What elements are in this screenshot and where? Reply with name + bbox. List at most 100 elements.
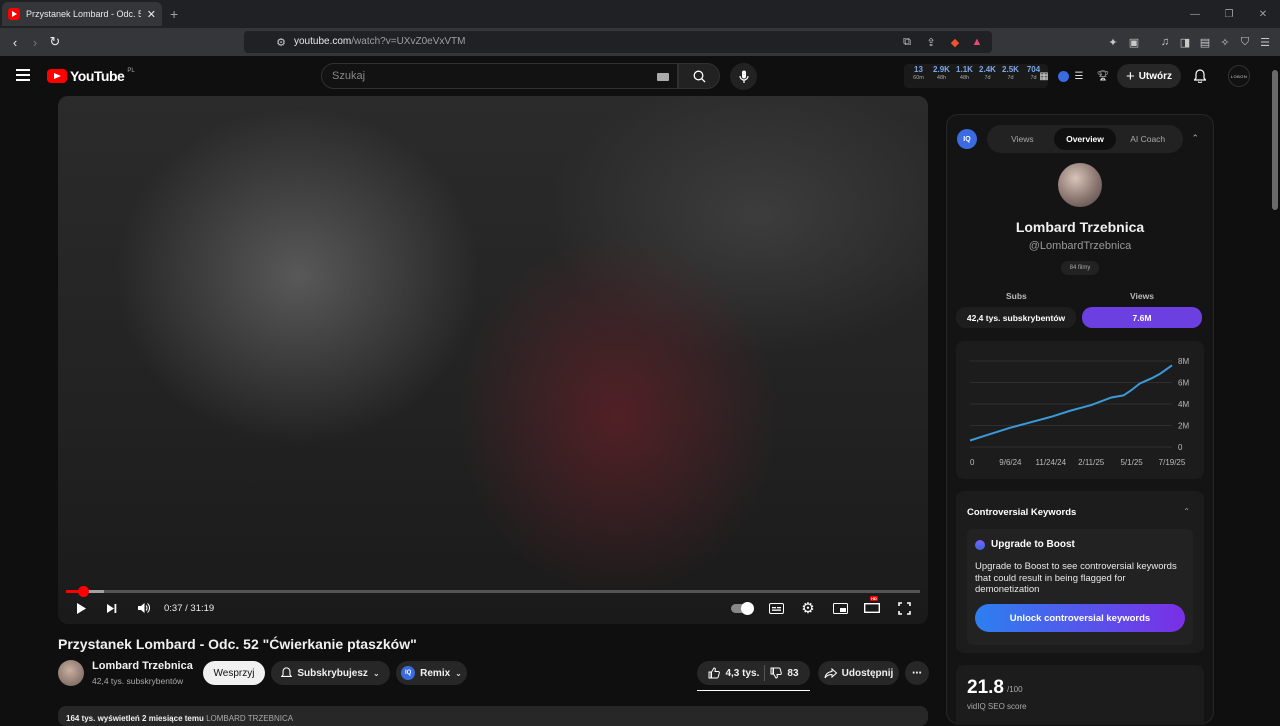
trophy-icon[interactable]: 🏆︎: [1096, 69, 1110, 83]
channel-avatar[interactable]: [58, 660, 84, 686]
subs-value[interactable]: 42,4 tys. subskrybentów: [956, 307, 1076, 328]
vidiq-stat-0[interactable]: 13 60m: [907, 64, 930, 88]
vidiq-stat-3[interactable]: 2.4K 7d: [976, 64, 999, 88]
like-button[interactable]: 4,3 tys.: [708, 667, 759, 679]
scrollbar-thumb[interactable]: [1272, 70, 1278, 210]
create-button[interactable]: + Utwórz: [1117, 64, 1181, 88]
account-avatar[interactable]: LOBON: [1228, 65, 1250, 87]
video-count-badge: 84 filmy: [1061, 261, 1099, 275]
screenshot-icon[interactable]: ▣: [1127, 35, 1141, 49]
subscribed-label: Subskrybujesz: [297, 667, 368, 679]
description-stats: 164 tys. wyświetleń 2 miesiące temu: [66, 714, 204, 723]
vidiq-tab-switcher: Views Overview AI Coach: [987, 125, 1183, 153]
keywords-chevron-up-icon[interactable]: ⌃: [1183, 507, 1190, 516]
support-button[interactable]: Wesprzyj: [203, 661, 265, 685]
play-icon[interactable]: [74, 599, 88, 617]
browser-tabbar: Przystanek Lombard - Odc. 52 "Ćw ✕ + — ❐…: [0, 0, 1280, 28]
keyboard-icon[interactable]: [657, 73, 669, 81]
description-box[interactable]: 164 tys. wyświetleń 2 miesiące temu LOMB…: [58, 706, 928, 726]
menu-hamburger-icon[interactable]: [16, 69, 30, 81]
tab-ai-coach[interactable]: AI Coach: [1116, 128, 1179, 150]
music-icon[interactable]: ♫: [1158, 35, 1172, 49]
stat-label: 48h: [959, 75, 970, 81]
forward-icon[interactable]: ›: [27, 34, 43, 50]
create-label: Utwórz: [1138, 70, 1173, 82]
brave-rewards-icon[interactable]: ▲: [970, 35, 984, 49]
vpn-shield-icon[interactable]: ⛉: [1238, 35, 1252, 49]
brave-shield-icon[interactable]: ◆: [948, 35, 962, 49]
vidiq-channel-name: Lombard Trzebnica: [1015, 219, 1145, 235]
address-bar[interactable]: ⚙ youtube.com/watch?v=UXvZ0eVxVTM ⧉ ⇪ ◆ …: [244, 31, 992, 53]
notifications-bell-icon[interactable]: [1193, 69, 1207, 83]
channel-name[interactable]: Lombard Trzebnica: [92, 660, 193, 672]
vidiq-stat-2[interactable]: 1.1K 48h: [953, 64, 976, 88]
voice-search-button[interactable]: [730, 63, 757, 90]
progress-bar[interactable]: [66, 586, 920, 597]
youtube-logo[interactable]: YouTube PL: [47, 68, 135, 84]
sidebar-icon[interactable]: ◨: [1178, 35, 1192, 49]
stat-label: 7d: [1007, 75, 1014, 81]
restore-icon[interactable]: ❐: [1212, 9, 1246, 20]
boost-upsell-box: Upgrade to Boost Upgrade to Boost to see…: [967, 529, 1193, 645]
fullscreen-icon[interactable]: [896, 599, 912, 617]
vidiq-stat-1[interactable]: 2.9K 48h: [930, 64, 953, 88]
settings-gear-icon[interactable]: ⚙: [800, 599, 816, 617]
tab-views[interactable]: Views: [991, 128, 1054, 150]
remix-button[interactable]: IQ Remix ⌄: [396, 661, 467, 685]
share-icon: [824, 667, 837, 678]
chevron-down-icon: ⌄: [372, 668, 380, 678]
tab-overview[interactable]: Overview: [1053, 128, 1117, 150]
vidiq-list-icon[interactable]: ☰: [1072, 69, 1086, 83]
miniplayer-icon[interactable]: [832, 599, 848, 617]
tab-title: Przystanek Lombard - Odc. 52 "Ćw: [26, 9, 141, 19]
chart-y-tick: 4M: [1178, 400, 1189, 409]
vidiq-logo-icon[interactable]: IQ: [957, 129, 977, 149]
vidiq-stats-bar[interactable]: 13 60m 2.9K 48h 1.1K 48h 2.4K 7d 2.5K 7d 704 7d: [904, 64, 1048, 88]
vidiq-channel-avatar: [1058, 163, 1102, 207]
extension-puzzle-icon[interactable]: ✦: [1106, 35, 1120, 49]
views-growth-chart: 0 2M 4M 6M 8M 0 9/6/24 11/24/24 2/11/25 5/1/25 7/1…: [969, 357, 1189, 467]
video-player[interactable]: 0:37 / 31:19 ⚙ HD: [58, 96, 928, 624]
more-actions-button[interactable]: ⋯: [905, 661, 929, 685]
volume-icon[interactable]: [136, 599, 150, 617]
reload-icon[interactable]: ↻: [47, 34, 63, 50]
subtitles-icon[interactable]: [768, 599, 784, 617]
stat-value: 2.4K: [979, 65, 996, 74]
site-settings-icon[interactable]: ⚙: [274, 35, 288, 49]
browser-menu-icon[interactable]: ☰: [1258, 35, 1272, 49]
back-icon[interactable]: ‹: [7, 34, 23, 50]
next-video-icon[interactable]: [104, 599, 118, 617]
vidiq-stat-4[interactable]: 2.5K 7d: [999, 64, 1022, 88]
open-in-app-icon[interactable]: ⧉: [900, 35, 914, 49]
unlock-keywords-button[interactable]: Unlock controversial keywords: [975, 604, 1185, 632]
views-value[interactable]: 7.6M: [1082, 307, 1202, 328]
description-tag[interactable]: LOMBARD TRZEBNICA: [206, 714, 293, 723]
autoplay-toggle[interactable]: [730, 599, 754, 617]
youtube-play-logo-icon: [47, 69, 67, 83]
scrubber-handle[interactable]: [78, 586, 90, 597]
vidiq-table-icon[interactable]: ▦: [1037, 69, 1051, 83]
stat-value: 2.5K: [1002, 65, 1019, 74]
minimize-icon[interactable]: —: [1178, 9, 1212, 20]
close-window-icon[interactable]: ✕: [1246, 9, 1280, 20]
seo-score-card: 21.8 /100 vidIQ SEO score: [956, 665, 1204, 725]
search-input[interactable]: [332, 70, 632, 82]
tab-close-icon[interactable]: ✕: [147, 8, 156, 21]
subscribed-button[interactable]: Subskrybujesz ⌄: [271, 661, 390, 685]
share-button[interactable]: Udostępnij: [818, 661, 899, 685]
vidiq-panel: IQ Views Overview AI Coach ⌃ Lombard Trz…: [946, 114, 1214, 725]
seo-score-label: vidIQ SEO score: [967, 702, 1027, 711]
ai-leo-icon[interactable]: ✧: [1218, 35, 1232, 49]
dislike-button[interactable]: 83: [770, 667, 799, 679]
share-page-icon[interactable]: ⇪: [924, 35, 938, 49]
theater-mode-icon[interactable]: [864, 599, 880, 617]
wallet-icon[interactable]: ▤: [1198, 35, 1212, 49]
page-scrollbar[interactable]: [1270, 56, 1280, 720]
collapse-chevron-up-icon[interactable]: ⌃: [1191, 133, 1199, 144]
vidiq-iq-icon[interactable]: [1056, 69, 1070, 83]
new-tab-icon[interactable]: +: [170, 6, 178, 22]
browser-tab[interactable]: Przystanek Lombard - Odc. 52 "Ćw ✕: [2, 2, 162, 26]
views-chart-card: 0 2M 4M 6M 8M 0 9/6/24 11/24/24 2/11/25 5/1/25 7/1…: [956, 341, 1204, 479]
search-button[interactable]: [678, 63, 720, 89]
like-divider: [764, 665, 766, 681]
